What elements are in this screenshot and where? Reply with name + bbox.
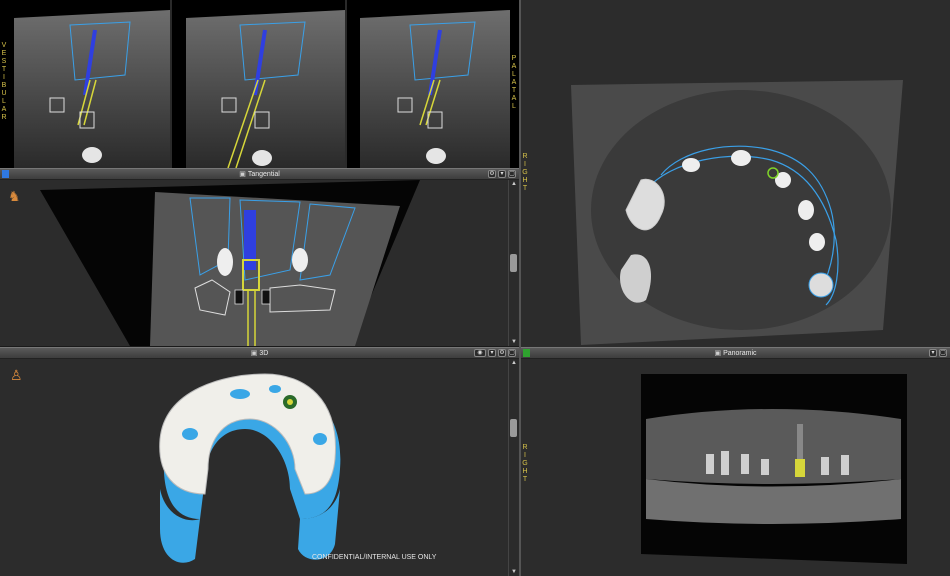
3d-view[interactable]: ♙ CONFIDENTIAL/INTERNAL USE ONLY ▲ ▼ <box>0 359 519 576</box>
axial-right-label: RI GH T <box>522 153 528 192</box>
3d-model-image <box>159 373 341 563</box>
maximize-icon[interactable]: ▢ <box>508 170 516 178</box>
orientation-figure-icon-3d: ♙ <box>10 367 23 383</box>
palatal-label: PA LA TA L <box>511 55 517 110</box>
maximize-icon[interactable]: ▢ <box>508 349 516 357</box>
vestibular-label: VE ST IB UL AR <box>1 42 7 121</box>
minimize-icon[interactable]: ▾ <box>498 170 506 178</box>
cross-section-slice-3 <box>360 10 510 168</box>
scroll-thumb[interactable] <box>510 254 517 272</box>
eye-icon[interactable]: ◉ <box>474 349 486 357</box>
orientation-figure-icon: ♞ <box>8 188 21 204</box>
panoramic-image <box>641 374 907 564</box>
cross-section-strip: VE ST IB UL AR PA LA TA L <box>0 0 519 168</box>
cross-section-slice-2 <box>186 10 345 168</box>
panoramic-active-indicator <box>523 349 530 357</box>
scroll-down-arrow[interactable]: ▼ <box>509 338 519 346</box>
tangential-view[interactable]: ♞ ▲ ▼ <box>0 180 519 346</box>
cross-section-images <box>14 0 510 168</box>
confidential-notice: CONFIDENTIAL/INTERNAL USE ONLY <box>312 554 437 561</box>
3d-window-controls: ◉ ▾ ⚙ ▢ <box>474 349 516 357</box>
maximize-icon[interactable]: ▢ <box>939 349 947 357</box>
camera-icon: ▣ <box>714 350 722 357</box>
scroll-up-arrow[interactable]: ▲ <box>509 359 519 367</box>
scroll-up-arrow[interactable]: ▲ <box>509 180 519 188</box>
3d-scrollbar[interactable]: ▲ ▼ <box>508 359 518 576</box>
tangential-window-controls: ⚙ ▾ ▢ <box>488 170 516 178</box>
camera-icon: ▣ <box>239 171 246 178</box>
settings-icon[interactable]: ⚙ <box>488 170 496 178</box>
minimize-icon[interactable]: ▾ <box>488 349 496 357</box>
panoramic-titlebar[interactable]: ▣ Panoramic ▾ ▢ <box>521 347 950 359</box>
panoramic-right-label: RI GH T <box>522 444 528 483</box>
scroll-thumb[interactable] <box>510 419 517 437</box>
tangential-image <box>40 180 420 346</box>
cross-section-slice-1 <box>14 10 170 168</box>
camera-icon: ▣ <box>250 350 258 357</box>
panoramic-window-controls: ▾ ▢ <box>929 349 947 357</box>
settings-icon[interactable]: ⚙ <box>498 349 506 357</box>
minimize-icon[interactable]: ▾ <box>929 349 937 357</box>
3d-titlebar[interactable]: ▣ 3D ◉ ▾ ⚙ ▢ <box>0 347 519 359</box>
axial-view[interactable]: RI GH T <box>521 0 950 347</box>
scroll-down-arrow[interactable]: ▼ <box>509 568 519 576</box>
panoramic-title: ▣ Panoramic <box>714 350 757 357</box>
panoramic-view[interactable]: RI GH T <box>521 359 950 576</box>
axial-image <box>571 80 903 345</box>
active-view-indicator <box>2 170 9 178</box>
tangential-titlebar[interactable]: ▣ Tangential ⚙ ▾ ▢ <box>0 168 519 180</box>
3d-title: ▣ 3D <box>250 350 269 357</box>
tangential-scrollbar[interactable]: ▲ ▼ <box>508 180 518 346</box>
tangential-title: ▣ Tangential <box>239 171 280 178</box>
